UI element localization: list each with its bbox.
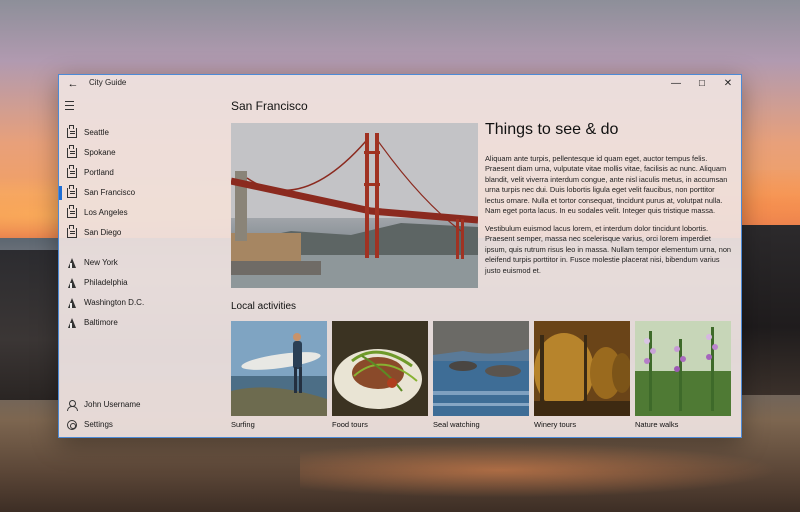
sidebar-item-user[interactable]: John Username xyxy=(59,395,222,415)
city-icon xyxy=(67,125,77,138)
page-title: San Francisco xyxy=(231,99,308,113)
sidebar-item-label: Los Angeles xyxy=(84,208,128,217)
city-icon xyxy=(67,185,77,198)
activity-card-winery-tours[interactable]: Winery tours xyxy=(534,321,630,433)
sidebar-item-label: John Username xyxy=(84,400,141,409)
city-icon xyxy=(67,145,77,158)
minimize-button[interactable]: — xyxy=(663,76,689,92)
rocks-right xyxy=(742,225,800,395)
seals-photo xyxy=(433,321,529,416)
paragraph: Vestibulum euismod lacus lorem, et inter… xyxy=(485,224,732,275)
activity-card-food-tours[interactable]: Food tours xyxy=(332,321,428,433)
golden-gate-bridge-photo xyxy=(231,123,478,288)
activity-card-surfing[interactable]: Surfing xyxy=(231,321,327,433)
city-icon xyxy=(67,205,77,218)
sidebar-item-label: Portland xyxy=(84,168,114,177)
activity-caption: Food tours xyxy=(332,420,368,429)
user-icon xyxy=(67,400,78,411)
activity-caption: Nature walks xyxy=(635,420,679,429)
tower-icon xyxy=(67,298,77,308)
main-content: San Francisco Things to see & do Aliquam… xyxy=(231,93,736,437)
sidebar-item-baltimore[interactable]: Baltimore xyxy=(59,313,222,333)
sun-reflection xyxy=(300,440,800,500)
sidebar-item-label: Seattle xyxy=(84,128,109,137)
title-bar[interactable]: ← City Guide — ☐ ✕ xyxy=(59,75,741,93)
sidebar-item-label: San Diego xyxy=(84,228,122,237)
sidebar-item-label: Baltimore xyxy=(84,318,118,327)
sidebar-item-new-york[interactable]: New York xyxy=(59,253,222,273)
maximize-button[interactable]: ☐ xyxy=(689,76,715,92)
sidebar-item-settings[interactable]: Settings xyxy=(59,415,222,435)
city-icon xyxy=(67,165,77,178)
hamburger-icon[interactable] xyxy=(65,101,79,113)
sidebar: Seattle Spokane Portland San Francisco L… xyxy=(59,93,222,437)
sidebar-item-san-diego[interactable]: San Diego xyxy=(59,223,222,243)
sidebar-item-label: Settings xyxy=(84,420,113,429)
app-window: ← City Guide — ☐ ✕ Seattle Spokane Portl… xyxy=(58,74,742,438)
surfer-photo xyxy=(231,321,327,416)
sidebar-item-label: San Francisco xyxy=(84,188,136,197)
close-button[interactable]: ✕ xyxy=(715,76,741,92)
activity-card-seal-watching[interactable]: Seal watching xyxy=(433,321,529,433)
activity-caption: Seal watching xyxy=(433,420,480,429)
sidebar-item-label: Washington D.C. xyxy=(84,298,145,307)
sidebar-item-label: Spokane xyxy=(84,148,116,157)
activity-caption: Winery tours xyxy=(534,420,577,429)
section-title: Things to see & do xyxy=(485,121,619,138)
rocks-left xyxy=(0,250,60,400)
tower-icon xyxy=(67,318,77,328)
local-activities-title: Local activities xyxy=(231,301,297,312)
sidebar-item-san-francisco[interactable]: San Francisco xyxy=(59,183,222,203)
sidebar-item-portland[interactable]: Portland xyxy=(59,163,222,183)
sidebar-item-philadelphia[interactable]: Philadelphia xyxy=(59,273,222,293)
activity-card-nature-walks[interactable]: Nature walks xyxy=(635,321,731,433)
sidebar-item-los-angeles[interactable]: Los Angeles xyxy=(59,203,222,223)
city-icon xyxy=(67,225,77,238)
app-title: City Guide xyxy=(89,78,127,87)
back-button[interactable]: ← xyxy=(63,76,83,92)
sidebar-item-spokane[interactable]: Spokane xyxy=(59,143,222,163)
sidebar-item-label: New York xyxy=(84,258,118,267)
sidebar-item-washington-dc[interactable]: Washington D.C. xyxy=(59,293,222,313)
gear-icon xyxy=(67,420,77,430)
sidebar-item-seattle[interactable]: Seattle xyxy=(59,123,222,143)
tower-icon xyxy=(67,258,77,268)
food-photo xyxy=(332,321,428,416)
tower-icon xyxy=(67,278,77,288)
flowers-photo xyxy=(635,321,731,416)
barrels-photo xyxy=(534,321,630,416)
paragraph: Aliquam ante turpis, pellentesque id qua… xyxy=(485,154,728,216)
sidebar-item-label: Philadelphia xyxy=(84,278,128,287)
activity-caption: Surfing xyxy=(231,420,255,429)
